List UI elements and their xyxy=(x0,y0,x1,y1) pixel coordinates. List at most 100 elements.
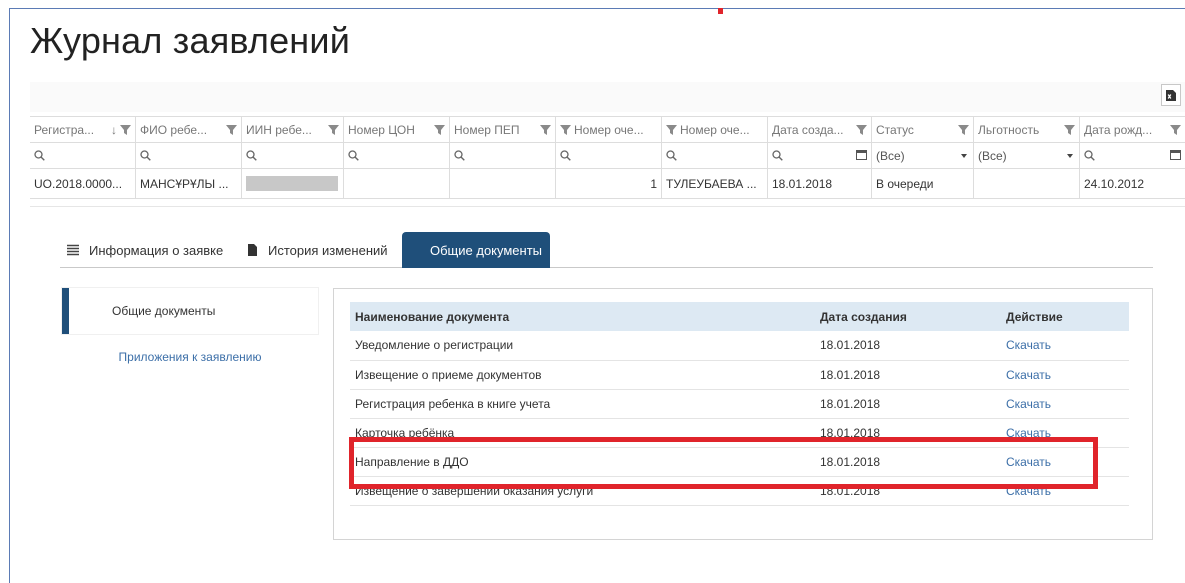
filter-funnel-icon[interactable] xyxy=(666,124,677,135)
doc-name: Уведомление о регистрации xyxy=(350,331,815,361)
documents-table-header: Наименование документа Дата создания Дей… xyxy=(350,302,1129,331)
column-header-queue-name[interactable]: Номер оче... xyxy=(662,117,768,142)
grid-header-row: Регистра... ↓ ФИО ребе... ИИН ребе... Но… xyxy=(30,117,1185,143)
filter-queue-number[interactable] xyxy=(556,143,662,168)
column-header-con-number[interactable]: Номер ЦОН xyxy=(344,117,450,142)
chevron-down-icon xyxy=(1067,154,1073,158)
table-row: Извещение о завершении оказания услуги 1… xyxy=(350,476,1129,506)
filter-child-name[interactable] xyxy=(136,143,242,168)
cell-birth-date: 24.10.2012 xyxy=(1084,176,1145,191)
filter-funnel-icon[interactable] xyxy=(434,124,445,135)
doc-date: 18.01.2018 xyxy=(815,360,1001,390)
filter-registration[interactable] xyxy=(30,143,136,168)
filter-funnel-icon[interactable] xyxy=(560,124,571,135)
doc-date: 18.01.2018 xyxy=(815,331,1001,361)
doc-date: 18.01.2018 xyxy=(815,389,1001,419)
table-row: Карточка ребёнка 18.01.2018 Скачать xyxy=(350,418,1129,448)
doc-date: 18.01.2018 xyxy=(815,476,1001,506)
download-link[interactable]: Скачать xyxy=(1001,418,1129,448)
search-icon xyxy=(140,150,151,161)
search-icon xyxy=(772,150,783,161)
search-icon xyxy=(560,150,571,161)
doc-name: Регистрация ребенка в книге учета xyxy=(350,389,815,419)
filter-funnel-icon[interactable] xyxy=(856,124,867,135)
filter-pep-number[interactable] xyxy=(450,143,556,168)
side-item-common-documents[interactable]: Общие документы xyxy=(62,288,318,334)
sort-desc-icon[interactable]: ↓ xyxy=(111,123,117,137)
column-header-child-name[interactable]: ФИО ребе... xyxy=(136,117,242,142)
filter-benefit-select[interactable]: (Все) xyxy=(974,143,1080,168)
table-row: Извещение о приеме документов 18.01.2018… xyxy=(350,360,1129,390)
search-icon xyxy=(1084,150,1095,161)
grid-toolbar xyxy=(30,82,1185,112)
filter-funnel-icon[interactable] xyxy=(1170,124,1181,135)
documents-table: Наименование документа Дата создания Дей… xyxy=(350,302,1129,506)
cell-queue-number: 1 xyxy=(556,169,662,198)
cell-queue-name: ТУЛЕУБАЕВА ... xyxy=(662,169,768,198)
column-header-benefit[interactable]: Льготность xyxy=(974,117,1080,142)
table-row[interactable]: UO.2018.0000... МАНСҰРҰЛЫ ... 1 ТУЛЕУБАЕ… xyxy=(30,169,1185,199)
top-marker xyxy=(718,8,723,14)
cell-pep-number xyxy=(450,169,556,198)
column-header-status[interactable]: Статус xyxy=(872,117,974,142)
applications-grid: Регистра... ↓ ФИО ребе... ИИН ребе... Но… xyxy=(30,116,1185,199)
filter-funnel-icon[interactable] xyxy=(226,124,237,135)
filter-con-number[interactable] xyxy=(344,143,450,168)
side-item-attachments[interactable]: Приложения к заявлению xyxy=(62,334,318,380)
search-icon xyxy=(246,150,257,161)
cell-registration: UO.2018.0000... xyxy=(30,169,136,198)
filter-funnel-icon[interactable] xyxy=(328,124,339,135)
calendar-icon[interactable] xyxy=(1170,150,1181,160)
excel-icon xyxy=(1166,89,1176,101)
filter-funnel-icon[interactable] xyxy=(958,124,969,135)
column-header-doc-date: Дата создания xyxy=(815,302,1001,331)
filter-child-iin[interactable] xyxy=(242,143,344,168)
table-row: Уведомление о регистрации 18.01.2018 Ска… xyxy=(350,331,1129,361)
document-icon xyxy=(248,244,257,256)
download-link[interactable]: Скачать xyxy=(1001,447,1129,477)
cell-benefit xyxy=(974,169,1080,198)
chevron-down-icon xyxy=(961,154,967,158)
doc-name: Извещение о завершении оказания услуги xyxy=(350,476,815,506)
search-icon xyxy=(34,150,45,161)
filter-queue-name[interactable] xyxy=(662,143,768,168)
doc-name: Карточка ребёнка xyxy=(350,418,815,448)
cell-child-name: МАНСҰРҰЛЫ ... xyxy=(136,169,242,198)
column-header-created-date[interactable]: Дата созда... xyxy=(768,117,872,142)
tab-common-documents[interactable]: Общие документы xyxy=(402,232,551,268)
doc-date: 18.01.2018 xyxy=(815,418,1001,448)
table-row: Направление в ДДО 18.01.2018 Скачать xyxy=(350,447,1129,477)
cell-child-iin xyxy=(242,169,344,198)
doc-name: Извещение о приеме документов xyxy=(350,360,815,390)
export-excel-button[interactable] xyxy=(1161,84,1181,106)
tab-application-info[interactable]: Информация о заявке xyxy=(67,232,223,268)
filter-birth-date[interactable] xyxy=(1080,143,1185,168)
filter-created-date[interactable] xyxy=(768,143,872,168)
detail-tabs: Информация о заявке История изменений Об… xyxy=(60,232,1153,268)
column-header-queue-number[interactable]: Номер оче... xyxy=(556,117,662,142)
download-link[interactable]: Скачать xyxy=(1001,331,1129,361)
cell-created-date: 18.01.2018 xyxy=(768,169,872,198)
column-header-doc-name: Наименование документа xyxy=(350,302,815,331)
column-header-birth-date[interactable]: Дата рожд... xyxy=(1080,117,1185,142)
column-header-doc-action: Действие xyxy=(1001,302,1129,331)
download-link[interactable]: Скачать xyxy=(1001,360,1129,390)
cell-con-number xyxy=(344,169,450,198)
calendar-icon[interactable] xyxy=(856,150,867,160)
search-icon xyxy=(348,150,359,161)
filter-status-select[interactable]: (Все) xyxy=(872,143,974,168)
download-link[interactable]: Скачать xyxy=(1001,389,1129,419)
documents-side-nav: Общие документы Приложения к заявлению xyxy=(62,288,318,380)
column-header-pep-number[interactable]: Номер ПЕП xyxy=(450,117,556,142)
column-header-child-iin[interactable]: ИИН ребе... xyxy=(242,117,344,142)
filter-funnel-icon[interactable] xyxy=(540,124,551,135)
tab-change-history[interactable]: История изменений xyxy=(246,232,388,268)
table-row: Регистрация ребенка в книге учета 18.01.… xyxy=(350,389,1129,419)
filter-funnel-icon[interactable] xyxy=(1064,124,1075,135)
download-link[interactable]: Скачать xyxy=(1001,476,1129,506)
cell-status: В очереди xyxy=(872,169,974,198)
redacted-block xyxy=(246,176,338,191)
filter-funnel-icon[interactable] xyxy=(120,124,131,135)
column-header-registration[interactable]: Регистра... ↓ xyxy=(30,117,136,142)
doc-date: 18.01.2018 xyxy=(815,447,1001,477)
